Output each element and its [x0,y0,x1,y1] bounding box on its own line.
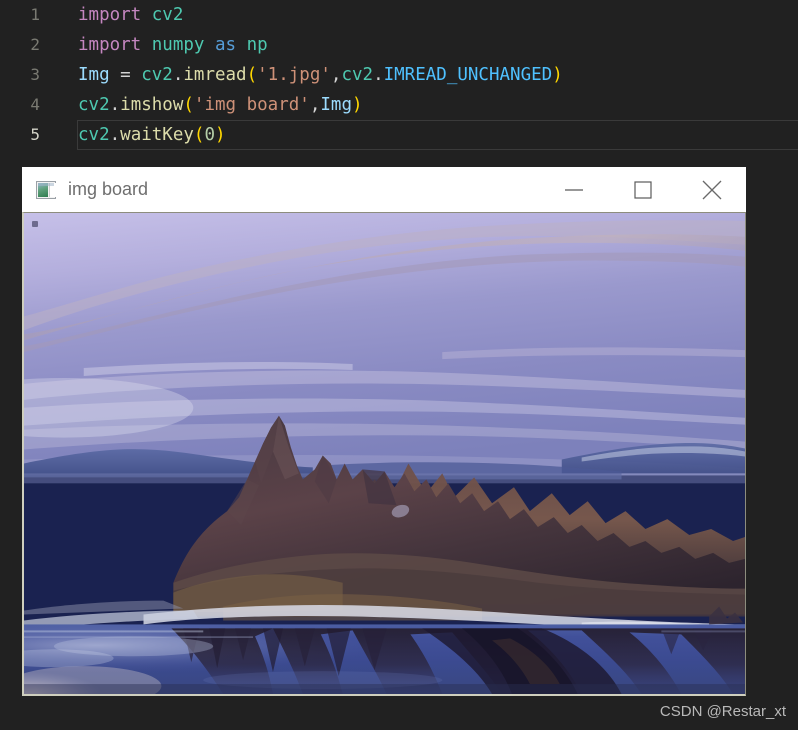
code-token: Img [320,95,352,115]
line-number: 5 [30,125,40,144]
window-controls [539,167,746,212]
code-token: waitKey [120,125,194,145]
code-token: = [109,65,142,85]
image-artifact-speck [32,221,38,227]
code-line[interactable]: 3 Img = cv2.imread('1.jpg',cv2.IMREAD_UNC… [0,60,798,90]
code-text: cv2.imshow('img board',Img) [78,90,363,120]
code-token: . [109,95,121,115]
code-token: , [309,95,321,115]
line-number: 1 [30,5,40,24]
code-line[interactable]: 1 import cv2 [0,0,798,30]
close-button[interactable] [677,167,746,212]
code-editor[interactable]: 1 import cv2 2 import numpy as np 3 Img = cv2… [0,0,798,160]
code-token: . [373,65,384,85]
code-token: ( [246,65,258,85]
code-token: as [215,35,237,55]
line-number: 3 [30,65,40,84]
code-token: . [172,65,184,85]
minimize-button[interactable] [539,167,608,212]
code-line[interactable]: 5 cv2.waitKey(0) [0,120,798,150]
maximize-button[interactable] [608,167,677,212]
code-text: cv2.waitKey(0) [78,120,226,150]
code-token: cv2 [78,125,110,145]
photo-mono-lake [24,213,745,694]
code-token: imshow [120,95,184,115]
code-text: import cv2 [78,0,183,30]
line-number: 2 [30,35,40,54]
image-canvas[interactable] [22,212,746,696]
code-token: cv2 [78,95,110,115]
minimize-icon [564,184,584,196]
code-line[interactable]: 4 cv2.imshow('img board',Img) [0,90,798,120]
code-token: import [78,5,142,25]
maximize-icon [633,180,652,199]
line-number: 4 [30,95,40,114]
code-token: ( [183,95,194,115]
code-token: ( [193,125,205,145]
code-token: IMREAD_UNCHANGED [383,65,553,85]
code-text: import numpy as np [78,30,268,60]
code-token: 'img board' [193,95,310,115]
code-token: imread [183,65,247,85]
code-token: cv2 [141,65,173,85]
window-titlebar[interactable]: img board [22,167,746,212]
icon-title-strip [38,182,54,186]
code-token: '1.jpg' [257,65,331,85]
code-token: , [330,65,342,85]
code-token: 0 [204,125,216,145]
code-token: ) [552,65,563,85]
code-token: ) [215,125,226,145]
code-text: Img = cv2.imread('1.jpg',cv2.IMREAD_UNCH… [78,60,563,90]
code-line[interactable]: 2 import numpy as np [0,30,798,60]
watermark-label: CSDN @Restar_xt [659,703,786,720]
code-token: cv2 [341,65,374,85]
code-token: import [78,35,142,55]
image-window-icon [36,180,56,199]
code-token: cv2 [151,5,184,25]
code-token: numpy [151,35,205,55]
code-line-list: 1 import cv2 2 import numpy as np 3 Img = cv2… [0,0,798,150]
close-icon [701,179,723,201]
code-token: Img [78,65,110,85]
code-token: np [246,35,268,55]
image-window[interactable]: img board [22,167,746,213]
window-title: img board [68,179,149,199]
code-token: . [109,125,121,145]
code-token: ) [351,95,363,115]
